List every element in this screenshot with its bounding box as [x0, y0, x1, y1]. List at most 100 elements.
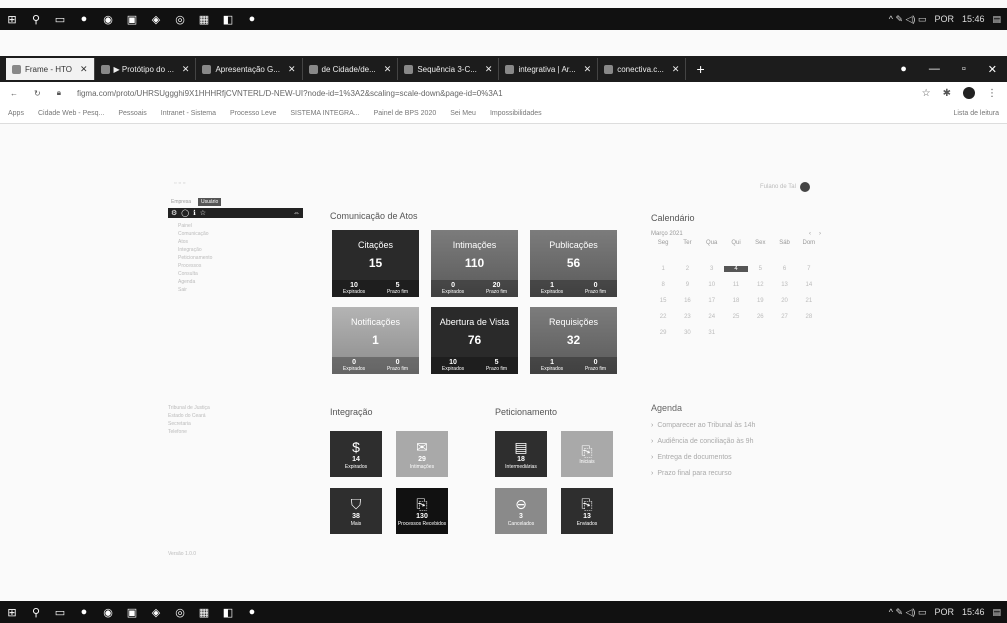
bookmark-item[interactable]: Apps: [8, 110, 24, 117]
summary-card[interactable]: Citações 15 10 Expirados 5 Prazo fim: [332, 230, 419, 297]
notifications-icon[interactable]: ▤: [992, 607, 1001, 618]
summary-card[interactable]: Publicações 56 1 Expirados 0 Prazo fim: [530, 230, 617, 297]
bookmark-item[interactable]: Processo Leve: [230, 110, 276, 117]
browser-tab[interactable]: integrativa | Ar... ✕: [499, 58, 599, 80]
agenda-item[interactable]: › Entrega de documentos: [651, 454, 851, 461]
avatar[interactable]: [963, 87, 975, 99]
calendar-day[interactable]: 25: [724, 314, 748, 320]
search-icon[interactable]: ⚲: [30, 606, 42, 619]
profile-icon[interactable]: ●: [900, 63, 907, 76]
app-icon[interactable]: ●: [246, 606, 258, 618]
calendar-day[interactable]: 16: [675, 298, 699, 304]
calendar-day[interactable]: 13: [772, 282, 796, 288]
sidebar-item[interactable]: Agenda: [168, 278, 308, 286]
calendar-day[interactable]: 1: [651, 266, 675, 272]
browser-tab[interactable]: conectiva.c... ✕: [598, 58, 687, 80]
calendar-day[interactable]: 27: [772, 314, 796, 320]
calendar-day[interactable]: 15: [651, 298, 675, 304]
windows-start-icon[interactable]: ⊞: [6, 13, 18, 26]
tray-icons[interactable]: ^ ✎ ◁) ▭: [889, 14, 927, 25]
summary-card[interactable]: Intimações 110 0 Expirados 20 Prazo fim: [431, 230, 518, 297]
calendar-day[interactable]: 28: [797, 314, 821, 320]
sidebar-item[interactable]: Atos: [168, 238, 308, 246]
bookmark-item[interactable]: Sei Meu: [450, 110, 476, 117]
clock[interactable]: 15:46: [962, 14, 985, 24]
shortcut-tile[interactable]: ⊖ 3 Cancelados: [495, 488, 547, 534]
search-icon[interactable]: ⚲: [30, 13, 42, 26]
clock[interactable]: 15:46: [962, 607, 985, 617]
bookmark-item[interactable]: Impossibilidades: [490, 110, 542, 117]
app-icon[interactable]: ●: [246, 13, 258, 25]
sidebar-tab-usuario[interactable]: Usuário: [198, 198, 222, 206]
shortcut-tile[interactable]: ⎘ 130 Processos Recebidos: [396, 488, 448, 534]
close-icon[interactable]: ✕: [485, 64, 493, 75]
calendar-day[interactable]: 12: [748, 282, 772, 288]
calendar-day[interactable]: 17: [700, 298, 724, 304]
summary-card[interactable]: Requisições 32 1 Expirados 0 Prazo fim: [530, 307, 617, 374]
shortcut-tile[interactable]: ✉ 29 Intimações: [396, 431, 448, 477]
close-icon[interactable]: ✕: [288, 64, 296, 75]
new-tab-button[interactable]: +: [686, 61, 714, 77]
app-icon[interactable]: ◧: [222, 13, 234, 26]
browser-tab[interactable]: Frame - HTO ✕: [6, 58, 95, 80]
chrome-icon[interactable]: ◎: [174, 13, 186, 26]
close-icon[interactable]: ✕: [672, 64, 680, 75]
app-icon[interactable]: ▣: [126, 606, 138, 619]
chrome-icon[interactable]: ◎: [174, 606, 186, 619]
close-window-button[interactable]: ✕: [988, 63, 997, 76]
bookmark-item[interactable]: Intranet - Sistema: [161, 110, 216, 117]
app-icon[interactable]: ▦: [198, 13, 210, 26]
language-indicator[interactable]: POR: [934, 14, 954, 24]
agenda-item[interactable]: › Comparecer ao Tribunal às 14h: [651, 422, 851, 429]
windows-start-icon[interactable]: ⊞: [6, 606, 18, 619]
calendar-day[interactable]: 9: [675, 282, 699, 288]
calendar-day[interactable]: 26: [748, 314, 772, 320]
sidebar-tab-empresa[interactable]: Empresa: [168, 198, 194, 206]
reload-icon[interactable]: ↻: [34, 89, 41, 98]
sidebar-item[interactable]: Consulta: [168, 270, 308, 278]
sidebar-item[interactable]: Integração: [168, 246, 308, 254]
star-icon[interactable]: ☆: [200, 209, 206, 217]
app-icon[interactable]: ◧: [222, 606, 234, 619]
tray-icons[interactable]: ^ ✎ ◁) ▭: [889, 607, 927, 618]
shortcut-tile[interactable]: $14 Expirados: [330, 431, 382, 477]
calendar-day[interactable]: 20: [772, 298, 796, 304]
back-icon[interactable]: ←: [10, 89, 18, 98]
bookmark-item[interactable]: SISTEMA INTEGRA...: [290, 110, 359, 117]
sidebar-item[interactable]: Painel: [168, 222, 308, 230]
calendar-day[interactable]: 8: [651, 282, 675, 288]
calendar-day[interactable]: 19: [748, 298, 772, 304]
summary-card[interactable]: Abertura de Vista 76 10 Expirados 5 Prazo fim: [431, 307, 518, 374]
shortcut-tile[interactable]: ⎘ Iniciais: [561, 431, 613, 477]
prev-month-icon[interactable]: ‹: [809, 231, 811, 237]
close-icon[interactable]: ✕: [384, 64, 392, 75]
settings-icon[interactable]: ⚙: [171, 209, 177, 217]
calendar-day[interactable]: 29: [651, 330, 675, 336]
app-icon[interactable]: ●: [78, 606, 90, 618]
calendar-day[interactable]: 22: [651, 314, 675, 320]
calendar-day[interactable]: 21: [797, 298, 821, 304]
calendar-day[interactable]: 30: [675, 330, 699, 336]
next-month-icon[interactable]: ›: [819, 231, 821, 237]
sidebar-item[interactable]: Processos: [168, 262, 308, 270]
agenda-item[interactable]: › Prazo final para recurso: [651, 470, 851, 477]
summary-card[interactable]: Notificações 1 0 Expirados 0 Prazo fim: [332, 307, 419, 374]
sidebar-item[interactable]: Peticionamento: [168, 254, 308, 262]
shortcut-tile[interactable]: ▤ 18 Intermediárias: [495, 431, 547, 477]
calendar-day[interactable]: 7: [797, 266, 821, 272]
app-icon[interactable]: ▦: [198, 606, 210, 619]
calendar-day[interactable]: 6: [772, 266, 796, 272]
menu-icon[interactable]: ⋮: [987, 88, 997, 99]
app-icon[interactable]: ◉: [102, 13, 114, 26]
app-icon[interactable]: ▣: [126, 13, 138, 26]
bookmark-item[interactable]: Pessoais: [118, 110, 146, 117]
shortcut-tile[interactable]: ⎘ 13 Enviados: [561, 488, 613, 534]
browser-tab[interactable]: Sequência 3-C... ✕: [398, 58, 500, 80]
notifications-icon[interactable]: ▤: [992, 14, 1001, 25]
star-icon[interactable]: ☆: [922, 88, 931, 99]
calendar-day[interactable]: 31: [700, 330, 724, 336]
shortcut-tile[interactable]: ⛉ 38 Mais: [330, 488, 382, 534]
task-view-icon[interactable]: ▭: [54, 606, 66, 619]
language-indicator[interactable]: POR: [934, 607, 954, 617]
calendar-day[interactable]: 11: [724, 282, 748, 288]
